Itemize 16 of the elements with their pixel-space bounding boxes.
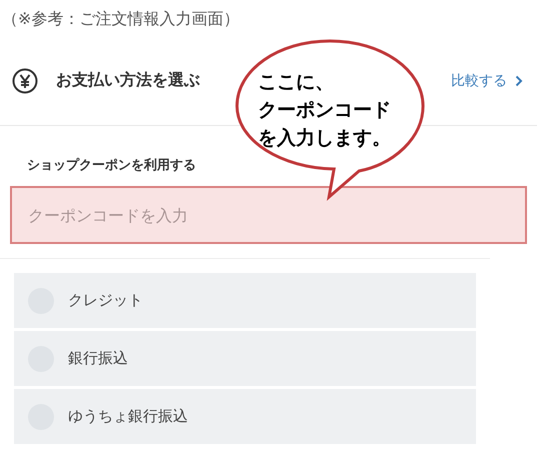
option-label: クレジット (68, 291, 143, 310)
compare-link[interactable]: 比較する (451, 72, 523, 90)
callout-line: クーポンコード (258, 98, 391, 123)
callout-line: を入力します。 (258, 126, 391, 151)
yen-icon (12, 68, 38, 94)
coupon-input-field[interactable]: クーポンコードを入力 (10, 186, 527, 244)
payment-option[interactable]: 銀行振込 (14, 331, 476, 386)
payment-option[interactable]: ゆうちょ銀行振込 (14, 389, 476, 444)
callout-line: ここに、 (258, 70, 334, 95)
coupon-label: ショップクーポンを利用する (27, 156, 197, 174)
payment-option[interactable]: クレジット (14, 273, 476, 328)
chevron-icon (515, 74, 523, 86)
section-title: お支払い方法を選ぶ (56, 70, 200, 91)
option-label: ゆうちょ銀行振込 (68, 407, 188, 426)
page-caption: （※参考：ご注文情報入力画面） (1, 8, 240, 30)
option-label: 銀行振込 (68, 349, 128, 368)
